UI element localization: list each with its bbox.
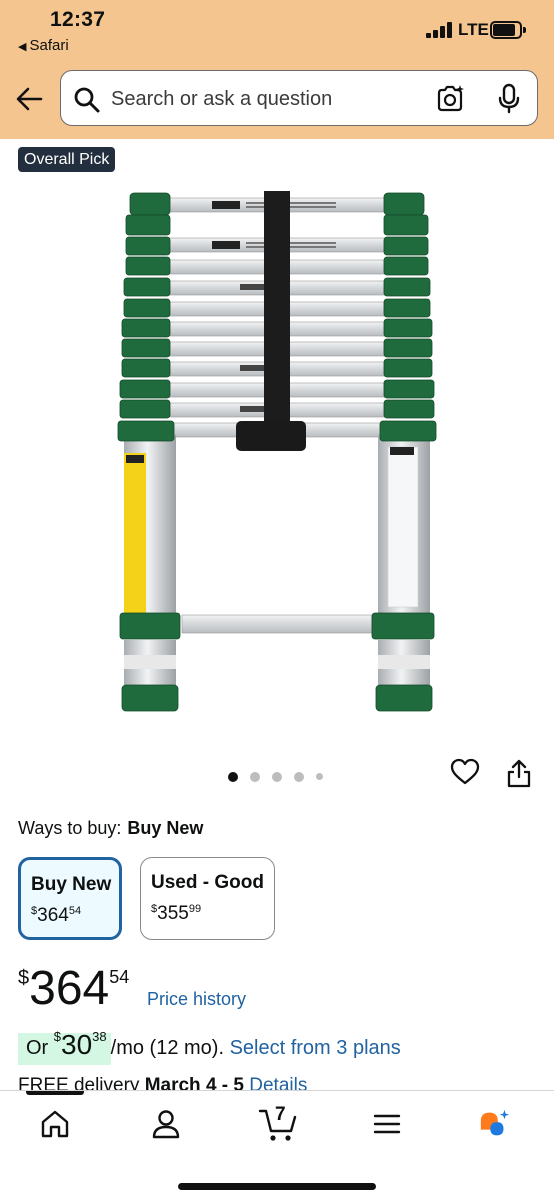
menu-icon[interactable] (370, 1107, 404, 1141)
cart-count: 7 (275, 1104, 286, 1125)
price-history-link[interactable]: Price history (147, 989, 246, 1010)
home-icon[interactable] (38, 1107, 72, 1141)
search-icon (74, 87, 100, 113)
option-title: Used - Good (151, 872, 264, 893)
back-app-label: Safari (29, 37, 69, 54)
network-type: LTE (458, 20, 489, 39)
delivery-date: March 4 - 5 (144, 1075, 244, 1091)
status-time: 12:37 (50, 8, 106, 31)
signal-icon (426, 22, 454, 38)
overall-pick-badge: Overall Pick (18, 147, 116, 172)
delivery-prefix: FREE delivery (18, 1075, 140, 1091)
monthly-payment: Or $3038 (18, 1029, 111, 1065)
option-title: Buy New (31, 874, 112, 895)
back-to-app-link[interactable]: ◀ Safari (18, 37, 69, 54)
carousel-dot[interactable] (250, 771, 260, 782)
carousel-dot[interactable] (228, 771, 238, 782)
profile-icon[interactable] (149, 1107, 183, 1141)
product-image[interactable] (110, 185, 444, 717)
select-plans-link[interactable]: Select from 3 plans (230, 1037, 401, 1059)
ways-to-buy-selected: Buy New (127, 818, 204, 838)
back-arrow-icon[interactable] (14, 84, 44, 114)
heart-icon[interactable] (450, 758, 480, 786)
buy-new-option[interactable]: Buy New $36454 (18, 857, 122, 940)
search-bar[interactable]: Search or ask a question (60, 70, 538, 126)
home-indicator (178, 1183, 376, 1190)
top-header: 12:37 ◀ Safari LTE Search or ask a questi… (0, 0, 554, 139)
cart-button[interactable]: 7 (258, 1104, 298, 1143)
share-icon[interactable] (506, 758, 532, 788)
battery-icon (490, 21, 526, 39)
price-whole: 364 (29, 962, 110, 1015)
search-input[interactable]: Search or ask a question (111, 88, 332, 111)
microphone-icon[interactable] (497, 83, 521, 115)
ways-to-buy-label: Ways to buy: (18, 818, 122, 838)
price-fraction: 54 (109, 967, 130, 987)
ai-assistant-icon[interactable] (478, 1107, 512, 1141)
active-tab-indicator (26, 1091, 84, 1095)
price-currency: $ (18, 967, 30, 989)
back-triangle-icon: ◀ (18, 41, 27, 53)
carousel-dot[interactable] (272, 771, 282, 782)
carousel-dot[interactable] (316, 773, 323, 781)
financing-line: Or $3038/mo (12 mo). Select from 3 plans (18, 1029, 401, 1065)
financing-term: /mo (12 mo). (110, 1037, 224, 1059)
delivery-line: FREE delivery March 4 - 5 Details (18, 1075, 307, 1091)
main-price: $36454 (18, 963, 129, 1015)
delivery-details-link[interactable]: Details (249, 1075, 307, 1091)
option-price: $36454 (31, 905, 82, 926)
camera-search-icon[interactable] (435, 84, 465, 114)
used-good-option[interactable]: Used - Good $35599 (140, 857, 275, 940)
ways-to-buy: Ways to buy: Buy New (18, 818, 203, 839)
carousel-dot[interactable] (294, 771, 304, 782)
image-carousel-dots[interactable] (228, 768, 335, 782)
option-price: $35599 (151, 903, 202, 924)
